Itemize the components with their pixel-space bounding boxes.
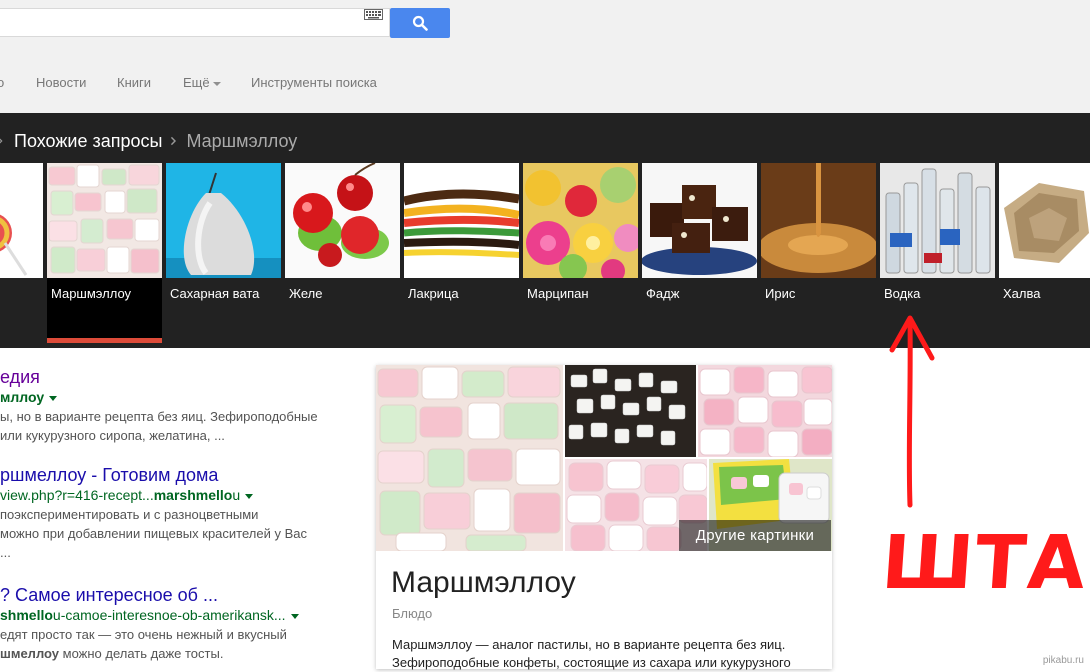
result-snippet-line: едят просто так — это очень нежный и вку… xyxy=(0,627,287,642)
result-url: view.php?r=416-recept...marshmellou xyxy=(0,487,307,503)
result-url: мллоу xyxy=(0,389,318,405)
more-images-button[interactable]: Другие картинки xyxy=(679,520,831,551)
result-title[interactable]: ршмеллоу - Готовим дома xyxy=(0,465,307,486)
breadcrumb: Похожие запросы Маршмэллоу xyxy=(0,130,297,152)
result-snippet-bold: шмеллоу xyxy=(0,646,60,661)
result-title[interactable]: едия xyxy=(0,367,318,388)
breadcrumb-current: Маршмэллоу xyxy=(186,130,298,151)
jelly-thumbnail xyxy=(285,163,400,278)
knowledge-panel xyxy=(376,365,832,669)
carousel-item-label: Маршмэллоу xyxy=(51,286,132,301)
chevron-down-icon[interactable] xyxy=(245,493,254,499)
annotation-text: ШТА? xyxy=(878,520,1090,606)
result-title[interactable]: ? Самое интересное об ... xyxy=(0,585,299,606)
carousel-item-cotton-candy[interactable]: Сахарная вата xyxy=(166,163,281,343)
chevron-right-icon xyxy=(0,138,3,144)
result-snippet-text: можно делать даже тосты. xyxy=(59,646,224,661)
lollipop-thumbnail xyxy=(0,163,43,278)
result-snippet-line: можно при добавлении пищевых красителей … xyxy=(0,526,307,541)
result-url-pre: view.php?r=416-recept... xyxy=(0,487,154,503)
carousel-item-licorice[interactable]: Лакрица xyxy=(404,163,519,343)
selected-indicator xyxy=(47,338,162,343)
result-url: shmellou-camoe-interesnoe-ob-amerikansk.… xyxy=(0,607,299,623)
carousel-item-label: Халва xyxy=(1003,286,1041,301)
carousel-item-halva[interactable]: Халва xyxy=(999,163,1090,343)
result-snippet-line: шмеллоу можно делать даже тосты. xyxy=(0,644,299,663)
watermark: pikabu.ru xyxy=(1042,655,1084,666)
chevron-right-icon xyxy=(171,136,177,146)
result-url-bold: мллоу xyxy=(0,389,45,405)
tab-more-label: Ещё xyxy=(183,75,210,90)
search-input[interactable] xyxy=(0,8,390,37)
carousel-item-jelly[interactable]: Желе xyxy=(285,163,400,343)
red-arrow-annotation xyxy=(889,315,935,508)
description-line: Маршмэллоу — аналог пастилы, но в вариан… xyxy=(392,637,786,652)
carousel-item-fudge[interactable]: Фадж xyxy=(642,163,757,343)
result-url-bold: marshmello xyxy=(153,487,233,503)
knowledge-panel-description: Маршмэллоу — аналог пастилы, но в вариан… xyxy=(392,636,812,672)
marshmallow-image-2[interactable] xyxy=(565,365,696,457)
tab-images[interactable]: о xyxy=(0,75,4,90)
search-button[interactable] xyxy=(390,8,450,38)
carousel-item-label: Желе xyxy=(289,286,323,301)
chevron-down-icon xyxy=(212,81,221,86)
carousel-item-marshmallow[interactable]: Маршмэллоу xyxy=(47,163,162,343)
keyboard-icon[interactable] xyxy=(364,9,383,20)
carousel-item-label: Сахарная вата xyxy=(170,286,260,301)
toffee-thumbnail xyxy=(761,163,876,278)
result-snippet-line: поэкспериментировать и с разноцветными xyxy=(0,507,259,522)
description-line: Зефироподобные конфеты, состоящие из сах… xyxy=(392,655,791,670)
marshmallow-image-3[interactable] xyxy=(698,365,832,457)
chevron-down-icon[interactable] xyxy=(290,613,299,619)
cotton-candy-thumbnail xyxy=(166,163,281,278)
knowledge-panel-title: Маршмэллоу xyxy=(391,566,576,599)
carousel-item-label: Ирис xyxy=(765,286,796,301)
breadcrumb-parent[interactable]: Похожие запросы xyxy=(14,131,162,152)
carousel-item-label: Фадж xyxy=(646,286,680,301)
carousel-item-label: Марципан xyxy=(527,286,589,301)
marshmallow-main-image[interactable] xyxy=(376,365,563,551)
tab-search-tools[interactable]: Инструменты поиска xyxy=(251,75,377,90)
search-result: ршмеллоу - Готовим дома view.php?r=416-r… xyxy=(0,465,307,562)
tab-news[interactable]: Новости xyxy=(36,75,86,90)
search-result: ? Самое интересное об ... shmellou-camoe… xyxy=(0,585,299,663)
marshmallow-thumbnail xyxy=(47,163,162,278)
carousel-item-label: Водка xyxy=(884,286,921,301)
search-result: едия мллоу ы, но в варианте рецепта без … xyxy=(0,367,318,445)
carousel-item[interactable] xyxy=(0,163,43,343)
marzipan-thumbnail xyxy=(523,163,638,278)
result-snippet-line: ы, но в варианте рецепта без яиц. Зефиро… xyxy=(0,409,318,424)
halva-thumbnail xyxy=(999,163,1090,278)
search-icon xyxy=(412,15,428,31)
vodka-thumbnail xyxy=(880,163,995,278)
tab-books[interactable]: Книги xyxy=(117,75,151,90)
licorice-thumbnail xyxy=(404,163,519,278)
result-snippet-line: или кукурузного сиропа, желатина, ... xyxy=(0,428,225,443)
chevron-down-icon[interactable] xyxy=(49,395,58,401)
carousel-item-label: Лакрица xyxy=(408,286,459,301)
result-url-post: u xyxy=(232,487,241,503)
result-snippet-line: ... xyxy=(0,545,11,560)
tab-more[interactable]: Ещё xyxy=(183,75,221,90)
fudge-thumbnail xyxy=(642,163,757,278)
result-url-post: u-camoe-interesnoe-ob-amerikansk... xyxy=(52,607,286,623)
carousel-item-marzipan[interactable]: Марципан xyxy=(523,163,638,343)
knowledge-panel-type: Блюдо xyxy=(392,606,433,621)
carousel-item-toffee[interactable]: Ирис xyxy=(761,163,876,343)
result-url-bold: shmello xyxy=(0,607,53,623)
